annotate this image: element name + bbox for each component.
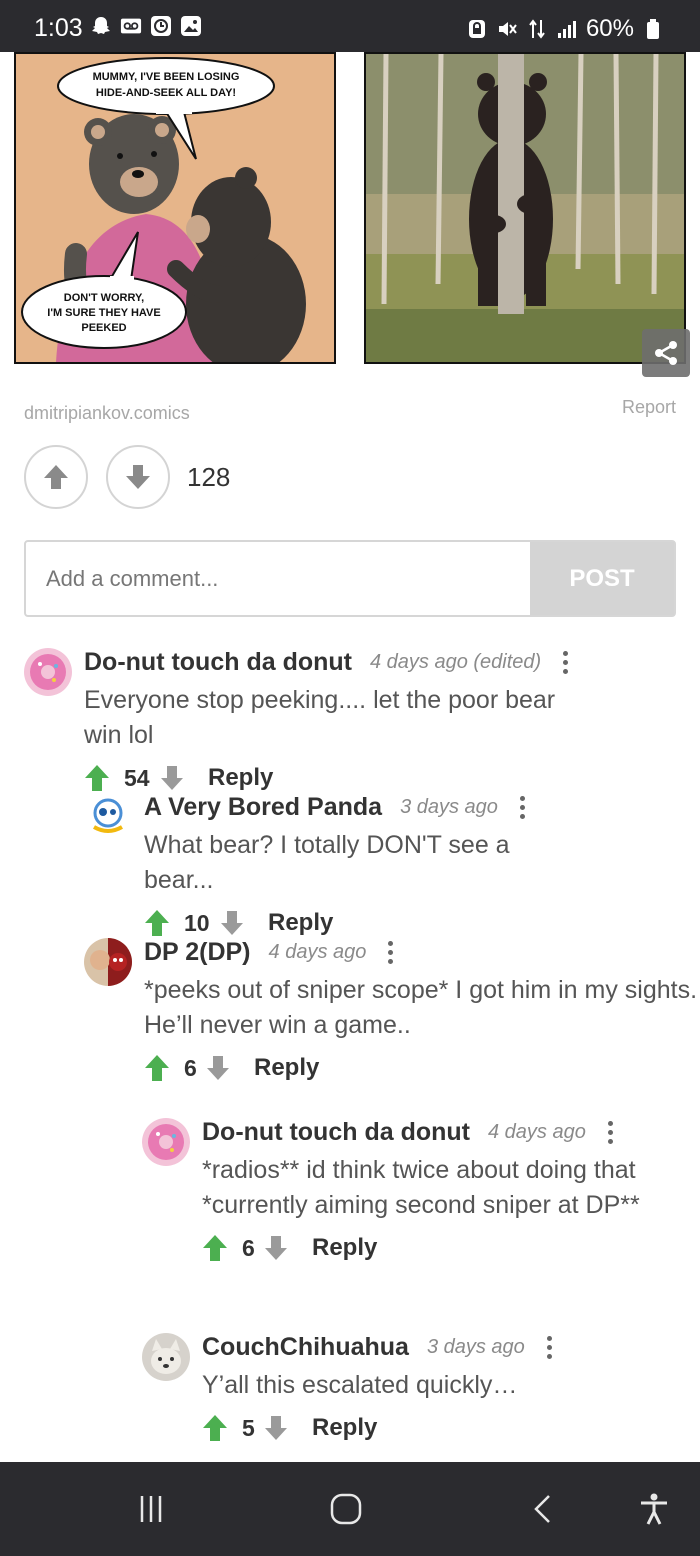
- accessibility-button[interactable]: [634, 1489, 674, 1529]
- voicemail-icon: [120, 15, 142, 37]
- comment-author[interactable]: Do-nut touch da donut: [202, 1118, 470, 1147]
- comment-body: Do-nut touch da donut 4 days ago *radios…: [202, 1118, 682, 1265]
- comment-time: 4 days ago: [268, 941, 367, 963]
- reply-button[interactable]: Reply: [254, 1054, 319, 1082]
- battery-percent: 60%: [585, 15, 634, 42]
- status-time: 1:03: [34, 14, 83, 42]
- share-button[interactable]: [642, 329, 690, 377]
- comment-time: 4 days ago: [487, 1121, 586, 1143]
- status-bar: 1:03 60%: [0, 0, 700, 52]
- reply-button[interactable]: Reply: [312, 1234, 377, 1262]
- comment-body: DP 2(DP) 4 days ago *peeks out of sniper…: [144, 938, 700, 1085]
- comment-time: 4 days ago (edited): [369, 651, 542, 673]
- comment-author[interactable]: CouchChihuahua: [202, 1333, 409, 1362]
- report-link[interactable]: Report: [622, 397, 676, 418]
- reply-button[interactable]: Reply: [268, 909, 333, 937]
- arrow-up-icon: [44, 465, 68, 489]
- upvote-arrow-icon[interactable]: [144, 909, 170, 937]
- comment-time: 3 days ago: [426, 1336, 525, 1358]
- upvote-arrow-icon[interactable]: [144, 1054, 170, 1082]
- upvote-arrow-icon[interactable]: [84, 764, 110, 792]
- comment-body: A Very Bored Panda 3 days ago What bear?…: [144, 793, 526, 940]
- more-options-icon[interactable]: [563, 651, 569, 674]
- comment-time: 3 days ago: [400, 796, 498, 818]
- comment-votes: 5: [242, 1414, 255, 1441]
- recent-apps-icon: [140, 1496, 162, 1522]
- post-upvote-button[interactable]: [24, 445, 88, 509]
- battery-icon: [642, 18, 664, 40]
- arrow-down-icon: [126, 465, 150, 489]
- comment-text: What bear? I totally DON'T see a bear...: [144, 831, 510, 894]
- comment-input[interactable]: [26, 542, 531, 615]
- avatar-panda[interactable]: [84, 793, 132, 841]
- comment-text: Everyone stop peeking.... let the poor b…: [84, 686, 556, 749]
- android-navigation-bar: [0, 1462, 700, 1556]
- reply-button[interactable]: Reply: [208, 764, 273, 792]
- downvote-arrow-icon[interactable]: [264, 1415, 288, 1441]
- comic-bubble-top-line2: HIDE-AND-SEEK ALL DAY!: [96, 87, 236, 99]
- comment-votes: 6: [184, 1054, 197, 1081]
- bear-behind-tree-photo: [366, 54, 684, 362]
- avatar-donut[interactable]: [24, 648, 72, 696]
- comment-text: *peeks out of sniper scope* I got him in…: [144, 976, 698, 1039]
- add-comment-form: POST: [24, 540, 676, 617]
- back-button[interactable]: [523, 1489, 563, 1529]
- upvote-arrow-icon[interactable]: [202, 1414, 228, 1442]
- home-icon: [330, 1493, 362, 1525]
- post-comment-button[interactable]: POST: [530, 542, 674, 615]
- downvote-arrow-icon[interactable]: [220, 910, 244, 936]
- downvote-arrow-icon[interactable]: [160, 765, 184, 791]
- comic-bubble-bottom-line1: DON'T WORRY,: [64, 292, 144, 304]
- lock-icon: [466, 18, 488, 40]
- accessibility-icon: [641, 1493, 667, 1525]
- data-transfer-icon: [526, 18, 548, 40]
- share-icon: [655, 341, 677, 365]
- comic-bubble-bottom-line2: I'M SURE THEY HAVE: [47, 307, 160, 319]
- snapchat-icon: [90, 15, 112, 37]
- more-options-icon[interactable]: [388, 941, 394, 964]
- comic-bears-illustration: MUMMY, I'VE BEEN LOSING HIDE-AND-SEEK AL…: [16, 54, 334, 362]
- downvote-arrow-icon[interactable]: [206, 1055, 230, 1081]
- gallery-icon: [180, 15, 202, 37]
- mute-icon: [496, 18, 518, 40]
- more-options-icon[interactable]: [546, 1336, 553, 1359]
- notification-icons: [90, 15, 202, 37]
- reply-button[interactable]: Reply: [312, 1414, 377, 1442]
- comment-votes: 6: [242, 1234, 255, 1261]
- back-icon: [534, 1495, 550, 1523]
- downvote-arrow-icon[interactable]: [264, 1235, 288, 1261]
- more-options-icon[interactable]: [607, 1121, 614, 1144]
- comic-panel-right-photo: [364, 52, 686, 364]
- post-source-link[interactable]: dmitripiankov.comics: [24, 403, 190, 424]
- comic-bubble-bottom-line3: PEEKED: [81, 322, 126, 334]
- signal-icon: [556, 18, 578, 40]
- avatar-chihuahua[interactable]: [142, 1333, 190, 1381]
- comment-author[interactable]: Do-nut touch da donut: [84, 648, 352, 677]
- comment-text: Y’all this escalated quickly…: [202, 1371, 518, 1399]
- avatar-donut[interactable]: [142, 1118, 190, 1166]
- comment-text: *radios** id think twice about doing tha…: [202, 1156, 640, 1219]
- comment-votes: 10: [184, 909, 210, 936]
- comment-body: CouchChihuahua 3 days ago Y’all this esc…: [202, 1333, 553, 1445]
- comment-author[interactable]: A Very Bored Panda: [144, 793, 382, 822]
- comment-votes: 54: [124, 764, 150, 791]
- comment-author[interactable]: DP 2(DP): [144, 938, 251, 967]
- post-downvote-button[interactable]: [106, 445, 170, 509]
- clock-icon: [150, 15, 172, 37]
- post-score: 128: [187, 462, 231, 492]
- recent-apps-button[interactable]: [131, 1489, 171, 1529]
- avatar-dp[interactable]: [84, 938, 132, 986]
- comment-body: Do-nut touch da donut 4 days ago (edited…: [84, 648, 569, 795]
- home-button[interactable]: [326, 1489, 366, 1529]
- comic-panel-left: MUMMY, I'VE BEEN LOSING HIDE-AND-SEEK AL…: [14, 52, 336, 364]
- more-options-icon[interactable]: [519, 796, 526, 819]
- upvote-arrow-icon[interactable]: [202, 1234, 228, 1262]
- system-icons: 60%: [466, 15, 664, 43]
- comic-bubble-top-line1: MUMMY, I'VE BEEN LOSING: [93, 71, 240, 83]
